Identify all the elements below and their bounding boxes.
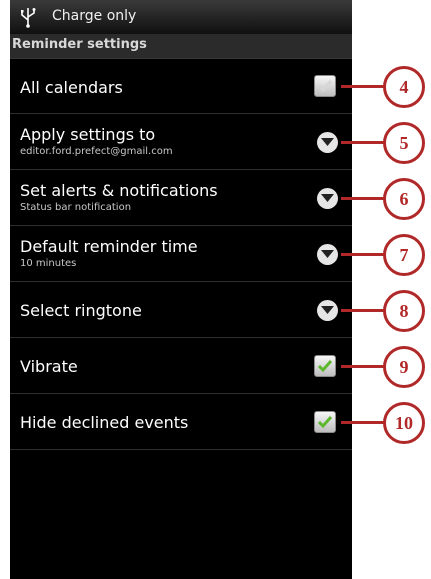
section-header: Reminder settings xyxy=(10,34,352,59)
hide-declined-checkbox[interactable] xyxy=(314,411,336,433)
setting-hide-declined-events[interactable]: Hide declined events xyxy=(10,395,352,450)
setting-subtitle: editor.ford.prefect@gmail.com xyxy=(20,146,173,157)
callout-leader xyxy=(341,253,385,256)
setting-title: Vibrate xyxy=(20,357,78,376)
select-ringtone-dropdown[interactable] xyxy=(317,300,338,321)
callout-7: 7 xyxy=(383,234,425,276)
callout-leader xyxy=(341,421,385,424)
apply-settings-dropdown[interactable] xyxy=(317,132,338,153)
default-reminder-dropdown[interactable] xyxy=(317,244,338,265)
chevron-down-icon xyxy=(321,194,334,202)
all-calendars-checkbox[interactable] xyxy=(314,75,336,97)
setting-title: Apply settings to xyxy=(20,125,156,144)
callout-4: 4 xyxy=(383,66,425,108)
checkmark-icon xyxy=(317,360,333,373)
chevron-down-icon xyxy=(321,138,334,146)
setting-title: Hide declined events xyxy=(20,413,189,432)
callout-leader xyxy=(341,197,385,200)
setting-default-reminder-time[interactable]: Default reminder time 10 minutes xyxy=(10,227,352,282)
chevron-down-icon xyxy=(321,306,334,314)
callout-8: 8 xyxy=(383,290,425,332)
checkmark-icon xyxy=(317,416,333,429)
setting-title: Select ringtone xyxy=(20,301,142,320)
chevron-down-icon xyxy=(321,250,334,258)
setting-alerts-notifications[interactable]: Set alerts & notifications Status bar no… xyxy=(10,171,352,226)
callout-leader xyxy=(341,365,385,368)
setting-title: Default reminder time xyxy=(20,237,198,256)
status-text: Charge only xyxy=(52,8,137,24)
callout-9: 9 xyxy=(383,346,425,388)
section-header-label: Reminder settings xyxy=(12,37,147,52)
setting-vibrate[interactable]: Vibrate xyxy=(10,339,352,394)
setting-subtitle: Status bar notification xyxy=(20,202,132,213)
setting-title: All calendars xyxy=(20,78,123,97)
setting-subtitle: 10 minutes xyxy=(20,258,77,269)
callout-leader xyxy=(341,309,385,312)
vibrate-checkbox[interactable] xyxy=(314,355,336,377)
callout-leader xyxy=(341,85,385,88)
setting-all-calendars[interactable]: All calendars xyxy=(10,59,352,114)
callout-5: 5 xyxy=(383,122,425,164)
phone-screen: Charge only Reminder settings All calend… xyxy=(10,0,352,579)
setting-apply-settings-to[interactable]: Apply settings to editor.ford.prefect@gm… xyxy=(10,115,352,170)
setting-select-ringtone[interactable]: Select ringtone xyxy=(10,283,352,338)
alerts-notifications-dropdown[interactable] xyxy=(317,188,338,209)
callout-10: 10 xyxy=(383,402,425,444)
setting-title: Set alerts & notifications xyxy=(20,181,218,200)
usb-icon xyxy=(21,8,36,28)
callout-6: 6 xyxy=(383,178,425,220)
status-bar: Charge only xyxy=(10,0,352,34)
callout-leader xyxy=(341,141,385,144)
